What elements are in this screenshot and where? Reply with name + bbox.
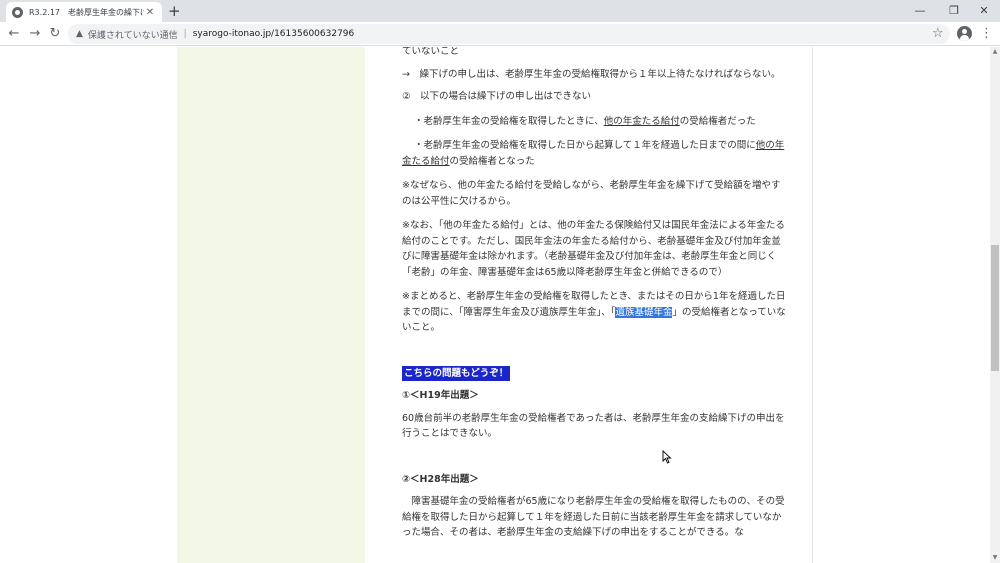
- article-paragraph: ② 以下の場合は繰下げの申し出はできない: [402, 91, 592, 102]
- content-border: [812, 47, 813, 563]
- article-paragraph: ・老齢厚生年金の受給権を取得した日から起算して１年を経過した日までの間に他の年金…: [402, 138, 786, 169]
- question-label: ②＜H28年出題＞: [402, 473, 479, 485]
- bookmark-star-icon[interactable]: ☆: [932, 25, 944, 43]
- minimize-button[interactable]: —: [904, 0, 936, 22]
- selected-text[interactable]: 遺族基礎年金: [615, 306, 673, 318]
- article-body: ていないこと → 繰下げの申し出は、老齢厚生年金の受給権取得から１年以上待たなけ…: [402, 47, 786, 548]
- question-text: 60歳台前半の老齢厚生年金の受給権者であった者は、老齢厚生年金の支給繰下げの申出…: [402, 412, 785, 440]
- tab-title: R3.2.17 老齢厚生年金の繰下げの: [29, 7, 144, 17]
- new-tab-button[interactable]: +: [168, 2, 181, 20]
- article-paragraph: ※なぜなら、他の年金たる給付を受給しながら、老齢厚生年金を繰下げて受給額を増やす…: [402, 180, 781, 207]
- text-span: の受給権者だった: [679, 115, 756, 127]
- article-paragraph: ※まとめると、老齢厚生年金の受給権を取得したとき、またはその日から1年を経過した…: [402, 289, 786, 336]
- question-label: ①＜H19年出題＞: [402, 390, 479, 401]
- profile-avatar-icon[interactable]: [957, 26, 972, 41]
- url-text[interactable]: syarogo-itonao.jp/16135600632796: [193, 29, 355, 39]
- browser-toolbar: ← → ↻ ▲ 保護されていない通信 | syarogo-itonao.jp/1…: [0, 22, 1000, 46]
- browser-menu-icon[interactable]: ⋮: [980, 25, 993, 43]
- scroll-up-arrow-icon[interactable]: ▲: [990, 47, 1000, 57]
- text-span: ・老齢厚生年金の受給権を取得したときに、: [414, 115, 604, 127]
- globe-icon: [12, 6, 23, 18]
- tab-active[interactable]: R3.2.17 老齢厚生年金の繰下げの ✕: [6, 2, 162, 22]
- article-paragraph: ※なお、「他の年金たる給付」とは、他の年金たる保険給付又は国民年金法による年金た…: [402, 220, 785, 278]
- article-paragraph: ・老齢厚生年金の受給権を取得したときに、他の年金たる給付の受給権者だった: [402, 114, 786, 130]
- article-paragraph: → 繰下げの申し出は、老齢厚生年金の受給権取得から１年以上待たなければならない。: [402, 68, 781, 80]
- tab-close-icon[interactable]: ✕: [144, 7, 156, 18]
- vertical-scrollbar[interactable]: ▲ ▼: [990, 47, 1000, 563]
- page-viewport: ていないこと → 繰下げの申し出は、老齢厚生年金の受給権取得から１年以上待たなけ…: [0, 47, 990, 563]
- question-text: 障害基礎年金の受給権者が65歳になり老齢厚生年金の受給権を取得したものの、その受…: [402, 496, 785, 538]
- tab-strip: R3.2.17 老齢厚生年金の繰下げの ✕ + — ❐ ✕: [0, 0, 1000, 22]
- underlined-term: 他の年金たる給付: [603, 115, 680, 127]
- url-separator: |: [183, 29, 187, 39]
- forward-button[interactable]: →: [26, 25, 44, 43]
- restore-button[interactable]: ❐: [938, 0, 970, 22]
- section-heading: こちらの問題もどうぞ！: [402, 365, 511, 381]
- scrollbar-thumb[interactable]: [991, 245, 999, 371]
- text-span: ・老齢厚生年金の受給権を取得した日から起算して１年を経過した日までの間に: [414, 140, 756, 151]
- close-window-button[interactable]: ✕: [968, 0, 1000, 22]
- article-paragraph: ていないこと: [402, 47, 460, 57]
- scroll-down-arrow-icon[interactable]: ▼: [990, 553, 1000, 563]
- mouse-cursor-icon: [662, 450, 672, 464]
- warning-icon[interactable]: ▲: [76, 29, 83, 39]
- reload-button[interactable]: ↻: [46, 25, 64, 43]
- back-button[interactable]: ←: [5, 25, 23, 43]
- left-sidebar: [177, 47, 365, 563]
- heading-wrapper: こちらの問題もどうぞ！: [402, 365, 786, 381]
- text-span: の受給権者となった: [449, 155, 535, 167]
- address-bar[interactable]: ▲ 保護されていない通信 | syarogo-itonao.jp/1613560…: [68, 24, 950, 44]
- security-status[interactable]: 保護されていない通信: [88, 28, 178, 41]
